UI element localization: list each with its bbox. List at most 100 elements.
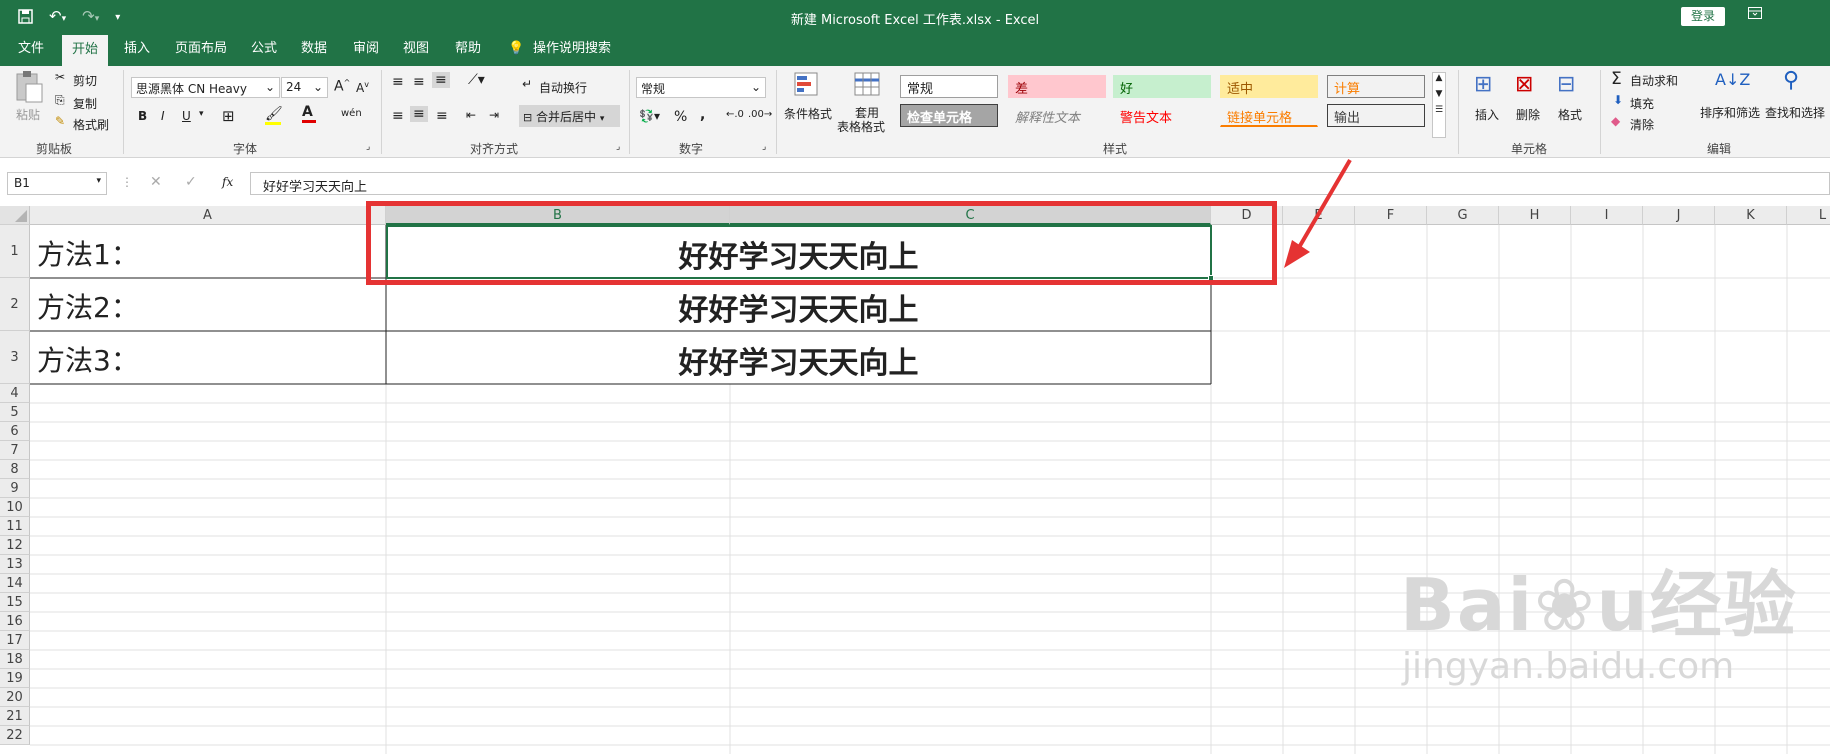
more-icon[interactable]: ☰ (1433, 105, 1445, 115)
merge-center-button[interactable]: ⊟ 合并后居中 ▾ (519, 105, 620, 127)
tell-me-search[interactable]: 操作说明搜索 (533, 40, 611, 66)
fill-icon[interactable]: ⬇ (1613, 93, 1623, 107)
insert-function-button[interactable]: fx (222, 175, 233, 189)
cut-button[interactable]: 剪切 (73, 72, 97, 89)
row-header[interactable]: 8 (0, 460, 30, 479)
row-header[interactable]: 14 (0, 574, 30, 593)
cell-style-9[interactable]: 输出 (1327, 104, 1425, 127)
tab-home[interactable]: 开始 (62, 35, 109, 66)
row-header[interactable]: 10 (0, 498, 30, 517)
select-all-corner[interactable] (0, 206, 30, 225)
find-select-icon[interactable]: ⚲ (1783, 68, 1799, 93)
format-painter-button[interactable]: 格式刷 (73, 116, 109, 133)
cell-style-8[interactable]: 链接单元格 (1220, 104, 1318, 127)
row-header[interactable]: 9 (0, 479, 30, 498)
tab-page-layout[interactable]: 页面布局 (175, 40, 227, 66)
delete-cells-button[interactable]: 删除 (1516, 106, 1540, 123)
increase-font-icon[interactable]: A^ (334, 78, 350, 95)
cell-style-2[interactable]: 好 (1113, 75, 1211, 98)
cell-style-4[interactable]: 计算 (1327, 75, 1425, 98)
row-header[interactable]: 22 (0, 726, 30, 745)
conditional-format-button[interactable]: 条件格式 (784, 105, 832, 122)
tab-help[interactable]: 帮助 (455, 40, 481, 66)
cell-a3[interactable]: 方法3： (37, 339, 139, 379)
cell-style-3[interactable]: 适中 (1220, 75, 1318, 98)
paste-label[interactable]: 粘贴 (16, 106, 40, 123)
font-color-icon[interactable]: A (302, 104, 316, 123)
paste-icon[interactable] (14, 70, 44, 107)
row-header[interactable]: 1 (0, 225, 30, 278)
row-header[interactable]: 12 (0, 536, 30, 555)
border-icon[interactable]: ⊞ (222, 107, 235, 125)
column-header-k[interactable]: K (1715, 206, 1787, 225)
column-header-i[interactable]: I (1571, 206, 1643, 225)
ribbon-display-options-icon[interactable] (1748, 7, 1762, 23)
delete-cells-icon[interactable]: ⊠ (1515, 72, 1533, 97)
clear-icon[interactable]: ◆ (1611, 114, 1620, 128)
tab-insert[interactable]: 插入 (124, 40, 150, 66)
row-header[interactable]: 5 (0, 403, 30, 422)
font-size-select[interactable]: 24 ⌄ (281, 77, 328, 98)
row-header[interactable]: 11 (0, 517, 30, 536)
cell-style-7[interactable]: 警告文本 (1113, 104, 1211, 127)
dialog-launcher-icon[interactable]: ⌟ (616, 142, 620, 152)
decrease-indent-icon[interactable]: ⇤ (466, 108, 476, 122)
accounting-format-icon[interactable]: 💱▾ (639, 109, 660, 123)
autosum-icon[interactable]: Σ (1611, 69, 1622, 89)
column-header-l[interactable]: L (1787, 206, 1830, 225)
format-cells-icon[interactable]: ⊟ (1557, 72, 1575, 97)
increase-decimal-icon[interactable]: ←.0 (726, 109, 744, 120)
formula-input[interactable]: 好好学习天天向上 (250, 172, 1830, 195)
more-options-icon[interactable]: ⋮ (121, 175, 133, 189)
row-header[interactable]: 18 (0, 650, 30, 669)
cut-icon[interactable]: ✂ (55, 70, 65, 84)
orientation-icon[interactable]: ⟋▾ (468, 72, 485, 88)
align-bottom-icon[interactable]: ≡ (432, 72, 450, 88)
cell-a2[interactable]: 方法2： (37, 286, 139, 326)
column-header-h[interactable]: H (1499, 206, 1571, 225)
tab-view[interactable]: 视图 (403, 40, 429, 66)
font-name-select[interactable]: 思源黑体 CN Heavy ⌄ (131, 77, 280, 98)
cell-style-0[interactable]: 常规 (900, 75, 998, 98)
enter-icon[interactable]: ✓ (185, 174, 197, 190)
row-header[interactable]: 13 (0, 555, 30, 574)
wrap-text-button[interactable]: 自动换行 (539, 79, 587, 96)
decrease-decimal-icon[interactable]: .00→ (748, 109, 772, 120)
gallery-scroll[interactable]: ▲ ▼ ☰ (1432, 72, 1446, 138)
cell-style-1[interactable]: 差 (1008, 75, 1106, 98)
cancel-icon[interactable]: ✕ (150, 174, 162, 190)
align-center-icon[interactable]: ≡ (410, 106, 428, 122)
comma-button[interactable]: , (700, 107, 705, 123)
format-as-table-label-2[interactable]: 表格格式 (837, 118, 885, 135)
sort-filter-button[interactable]: 排序和筛选 (1700, 104, 1760, 121)
phonetic-icon[interactable]: wén (341, 108, 362, 119)
cell-style-5[interactable]: 检查单元格 (900, 104, 998, 127)
row-header[interactable]: 4 (0, 384, 30, 403)
dialog-launcher-icon[interactable]: ⌟ (762, 142, 766, 152)
dialog-launcher-icon[interactable]: ⌟ (366, 142, 370, 152)
sort-filter-icon[interactable]: A↓Z (1715, 70, 1750, 89)
align-top-icon[interactable]: ≡ (392, 74, 404, 90)
clear-button[interactable]: 清除 (1630, 116, 1654, 133)
wrap-text-icon[interactable]: ↵ (522, 77, 532, 91)
chevron-up-icon[interactable]: ▲ (1433, 73, 1445, 83)
chevron-down-icon[interactable]: ▾ (199, 109, 204, 119)
insert-cells-button[interactable]: 插入 (1475, 106, 1499, 123)
row-header[interactable]: 21 (0, 707, 30, 726)
login-button[interactable]: 登录 (1681, 7, 1725, 26)
tab-formulas[interactable]: 公式 (251, 40, 277, 66)
cell-style-6[interactable]: 解释性文本 (1008, 104, 1106, 127)
number-format-select[interactable]: 常规 ⌄ (636, 77, 766, 98)
increase-indent-icon[interactable]: ⇥ (489, 108, 499, 122)
fill-color-icon[interactable]: 🖌 (265, 106, 283, 125)
name-box[interactable]: B1 ▾ (7, 172, 107, 195)
row-header[interactable]: 17 (0, 631, 30, 650)
align-left-icon[interactable]: ≡ (392, 108, 404, 124)
column-header-j[interactable]: J (1643, 206, 1715, 225)
cell-b3-merged[interactable]: 好好学习天天向上 (386, 338, 1211, 382)
format-as-table-icon[interactable] (853, 71, 881, 102)
row-header[interactable]: 19 (0, 669, 30, 688)
copy-icon[interactable]: ⎘ (55, 93, 65, 108)
row-header[interactable]: 16 (0, 612, 30, 631)
row-header[interactable]: 7 (0, 441, 30, 460)
